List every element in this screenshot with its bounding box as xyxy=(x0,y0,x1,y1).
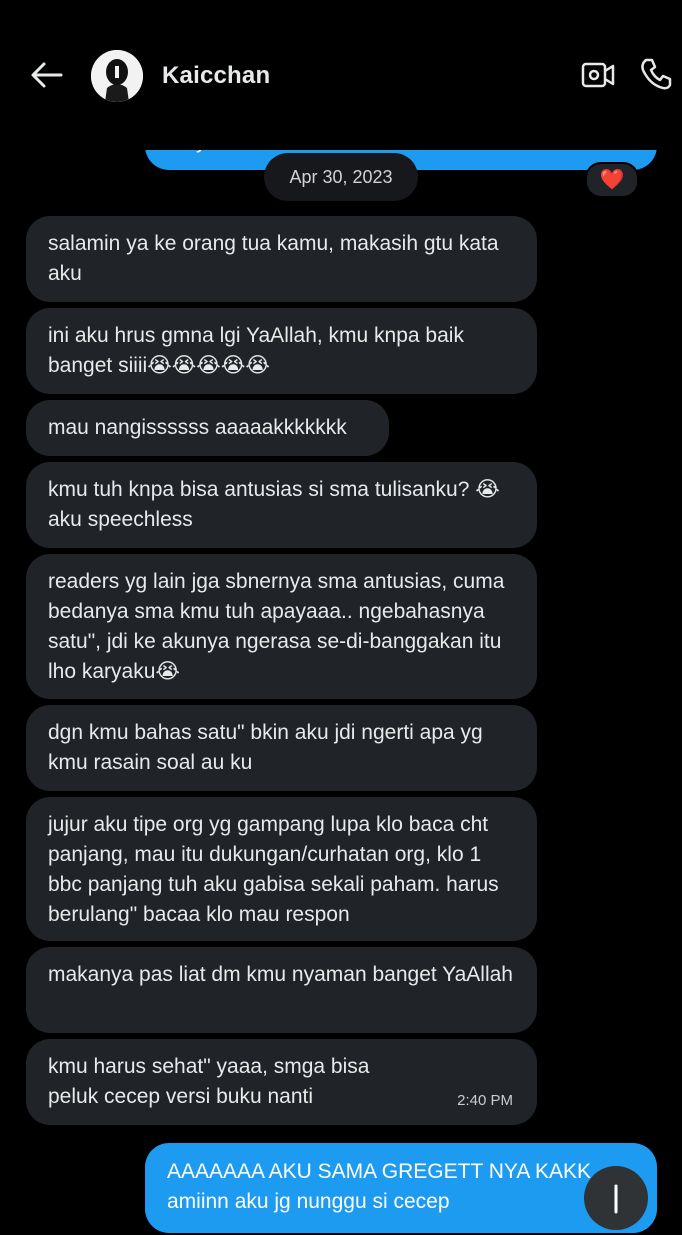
incoming-message[interactable]: readers yg lain jga sbnernya sma antusia… xyxy=(26,554,537,699)
incoming-message[interactable]: makanya pas liat dm kmu nyaman banget Ya… xyxy=(26,947,537,1033)
back-button[interactable] xyxy=(28,60,64,90)
video-call-button[interactable] xyxy=(580,58,616,92)
incoming-message[interactable]: dgn kmu bahas satu" bkin aku jdi ngerti … xyxy=(26,705,537,791)
message-text: dgn kmu bahas satu" bkin aku jdi ngerti … xyxy=(48,721,483,774)
incoming-message[interactable]: salamin ya ke orang tua kamu, makasih gt… xyxy=(26,216,537,302)
avatar-image xyxy=(91,50,143,102)
message-text: salamin ya ke orang tua kamu, makasih gt… xyxy=(48,232,499,285)
chat-header: Kaicchan xyxy=(0,0,682,150)
message-text: jujur aku tipe org yg gampang lupa klo b… xyxy=(48,813,499,926)
incoming-message[interactable]: jujur aku tipe org yg gampang lupa klo b… xyxy=(26,797,537,941)
message-text: mau nangissssss aaaaakkkkkkk xyxy=(48,416,347,439)
message-text: makanya pas liat dm kmu nyaman banget Ya… xyxy=(48,963,513,986)
incoming-message[interactable]: kmu harus sehat" yaaa, smga bisa peluk c… xyxy=(26,1039,537,1125)
avatar[interactable] xyxy=(91,50,143,102)
arrow-left-icon xyxy=(31,62,63,88)
incoming-message[interactable]: kmu tuh knpa bisa antusias si sma tulisa… xyxy=(26,462,537,548)
message-text: kmu harus sehat" yaaa, smga bisa peluk c… xyxy=(48,1055,370,1108)
voice-call-button[interactable] xyxy=(638,56,674,92)
outgoing-message[interactable]: AAAAAAA AKU SAMA GREGETT NYA KAKK amiinn… xyxy=(145,1143,657,1233)
arrow-down-icon xyxy=(614,1184,618,1214)
message-text: ini aku hrus gmna lgi YaAllah, kmu knpa … xyxy=(48,324,464,377)
date-separator: Apr 30, 2023 xyxy=(264,153,418,201)
heart-reaction[interactable]: ❤️ xyxy=(585,162,639,198)
scroll-to-bottom-button[interactable] xyxy=(584,1166,648,1230)
phone-icon xyxy=(641,58,672,90)
contact-name[interactable]: Kaicchan xyxy=(162,62,270,90)
incoming-message[interactable]: ini aku hrus gmna lgi YaAllah, kmu knpa … xyxy=(26,308,537,394)
message-text: readers yg lain jga sbnernya sma antusia… xyxy=(48,570,505,683)
message-text: kmu tuh knpa bisa antusias si sma tulisa… xyxy=(48,478,500,531)
incoming-message[interactable]: mau nangissssss aaaaakkkkkkk xyxy=(26,400,389,456)
video-camera-icon xyxy=(581,62,615,88)
message-text: AAAAAAA AKU SAMA GREGETT NYA KAKK amiinn… xyxy=(167,1160,592,1213)
message-time: 2:40 PM xyxy=(457,1092,513,1109)
